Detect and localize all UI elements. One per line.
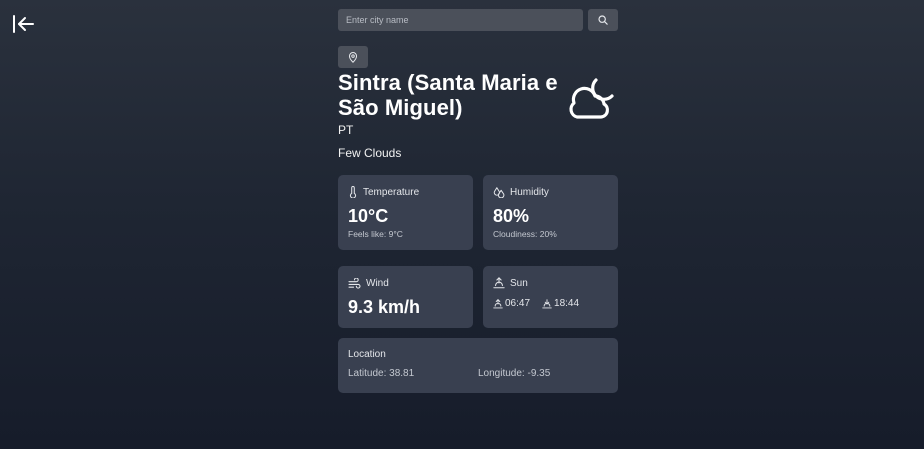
droplets-icon <box>493 187 505 198</box>
temperature-card-header: Temperature <box>348 185 463 199</box>
humidity-card-header: Humidity <box>493 185 608 199</box>
city-header: Sintra (Santa Maria e São Miguel) <box>338 70 618 120</box>
sun-times: 06:47 18:44 <box>493 298 608 309</box>
longitude: Longitude: -9.35 <box>478 368 551 379</box>
city-name: Sintra (Santa Maria e São Miguel) <box>338 70 558 120</box>
weather-description: Few Clouds <box>338 146 402 160</box>
sun-title: Sun <box>510 277 528 289</box>
temperature-title: Temperature <box>363 186 420 198</box>
humidity-title: Humidity <box>510 186 549 198</box>
humidity-card: Humidity 80% Cloudiness: 20% <box>483 175 618 250</box>
search-bar <box>338 9 618 31</box>
search-button[interactable] <box>588 9 618 31</box>
map-pin-icon <box>348 51 358 63</box>
weather-panel: Sintra (Santa Maria e São Miguel) PT Few… <box>338 9 618 393</box>
city-search-input[interactable] <box>338 9 583 31</box>
location-card: Location Latitude: 38.81 Longitude: -9.3… <box>338 338 618 393</box>
sunset-icon <box>542 298 552 308</box>
current-location-button[interactable] <box>338 46 368 68</box>
latitude: Latitude: 38.81 <box>348 368 415 379</box>
temperature-value: 10°C <box>348 206 389 226</box>
weather-cards: Temperature 10°C Feels like: 9°C Humidit… <box>338 175 618 328</box>
sunrise: 06:47 <box>493 298 530 309</box>
location-title: Location <box>348 349 386 360</box>
sunrise-icon <box>493 277 505 289</box>
wind-card: Wind 9.3 km/h <box>338 266 473 328</box>
wind-value: 9.3 km/h <box>348 297 421 317</box>
humidity-value: 80% <box>493 206 530 226</box>
thermometer-icon <box>349 186 357 198</box>
coordinates: Latitude: 38.81 Longitude: -9.35 <box>348 368 608 379</box>
sunrise-icon <box>493 298 503 308</box>
feels-like: Feels like: 9°C <box>348 229 403 239</box>
wind-card-header: Wind <box>348 276 463 290</box>
temperature-card: Temperature 10°C Feels like: 9°C <box>338 175 473 250</box>
sun-card-header: Sun <box>493 276 608 290</box>
sunrise-time: 06:47 <box>505 298 531 309</box>
arrow-left-to-line-icon <box>13 15 34 33</box>
sunset-time: 18:44 <box>554 298 580 309</box>
back-button[interactable] <box>10 12 36 36</box>
sunset: 18:44 <box>542 298 579 309</box>
cloudiness: Cloudiness: 20% <box>493 229 557 239</box>
sun-card: Sun 06:47 18:44 <box>483 266 618 328</box>
country-code: PT <box>338 123 354 137</box>
wind-icon <box>348 277 361 289</box>
cloud-moon-icon <box>569 78 614 119</box>
wind-title: Wind <box>366 277 389 289</box>
search-icon <box>598 15 608 25</box>
